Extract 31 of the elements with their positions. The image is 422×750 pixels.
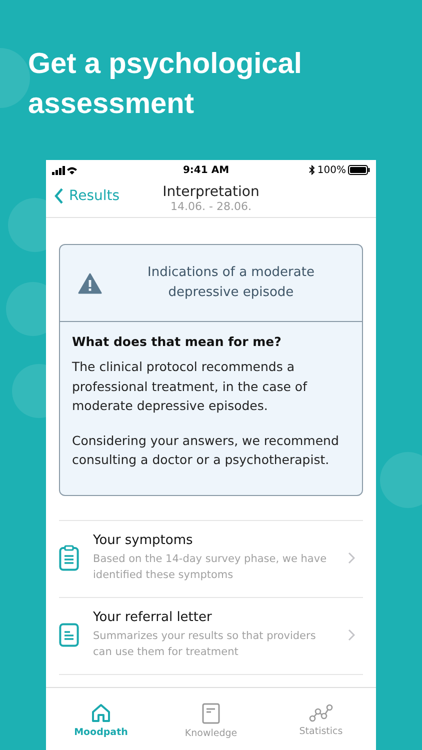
- chevron-right-icon: [348, 552, 355, 564]
- list-item[interactable]: Your symptoms Based on the 14-day survey phase, we have identified these symptoms: [59, 520, 363, 598]
- item-description: Summarizes your results so that providers can use them for treatment: [93, 628, 317, 660]
- paragraph: The clinical protocol recommends a professional treatment, in the case of moderate depressive episodes.: [72, 358, 308, 415]
- tab[interactable]: Statistics: [266, 688, 376, 750]
- document-icon: [59, 622, 79, 646]
- paragraph: Considering your answers, we recommend consulting a doctor or a psychotherapist.: [72, 432, 340, 469]
- diagnosis-text: Indications of a moderate depressive episode: [146, 264, 316, 302]
- line-chart-icon: [309, 704, 333, 722]
- screen-title: Interpretation: [162, 184, 260, 200]
- chevron-left-icon: [54, 188, 64, 204]
- warning-icon: [78, 272, 102, 294]
- question-heading: What does that mean for me?: [72, 334, 282, 349]
- item-description: Based on the 14-day survey phase, we have identified these symptoms: [93, 552, 328, 582]
- tab[interactable]: Knowledge: [156, 688, 266, 750]
- battery-icon: [348, 165, 370, 175]
- date-range: 14.06. - 28.06.: [170, 200, 252, 213]
- signal-icon: [52, 165, 78, 175]
- list-item[interactable]: Your referral letter Summarizes your results so that providers can use them for treatment: [59, 598, 363, 674]
- item-title: Your symptoms: [93, 532, 194, 548]
- headline: Get a psychological assessment: [28, 47, 303, 122]
- clipboard-icon: [59, 544, 79, 570]
- status-time: 9:41 AM: [182, 164, 230, 176]
- tab[interactable]: Moodpath: [46, 688, 156, 750]
- bluetooth-icon: [309, 165, 316, 175]
- back-button[interactable]: Results: [54, 188, 120, 204]
- chevron-right-icon: [348, 628, 355, 640]
- item-title: Your referral letter: [93, 610, 213, 624]
- home-icon: [91, 703, 111, 723]
- battery-percent: 100%: [317, 164, 346, 176]
- book-icon: [202, 702, 220, 724]
